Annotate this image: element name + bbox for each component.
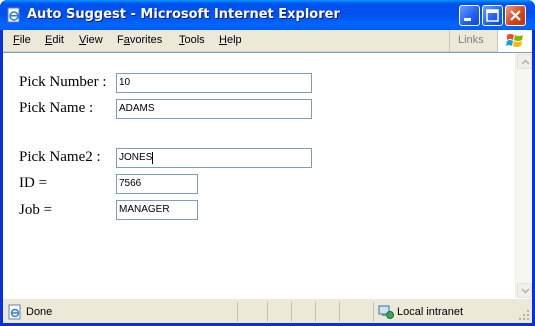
menu-favorites[interactable]: Favorites <box>117 34 162 46</box>
status-text: Done <box>26 306 53 318</box>
menu-view[interactable]: View <box>79 34 103 46</box>
chevron-down-icon <box>521 288 530 294</box>
menu-tools[interactable]: Tools <box>179 34 205 46</box>
status-pane <box>339 302 373 321</box>
pick-name2-input[interactable]: JONES <box>116 148 312 168</box>
page-content: Pick Number : 10 Pick Name : ADAMS Pick … <box>3 52 532 299</box>
pick-number-label: Pick Number : <box>19 74 107 90</box>
window-title: Auto Suggest - Microsoft Internet Explor… <box>27 7 340 22</box>
resize-grip-icon[interactable] <box>518 309 530 321</box>
minimize-icon <box>464 18 471 21</box>
maximize-icon <box>486 9 499 22</box>
pick-name2-label: Pick Name2 : <box>19 149 101 165</box>
job-input[interactable]: MANAGER <box>116 200 198 220</box>
browser-window: Auto Suggest - Microsoft Internet Explor… <box>0 0 535 326</box>
menu-help[interactable]: Help <box>219 34 242 46</box>
text-caret <box>152 152 154 164</box>
status-bar: Done Local intranet <box>3 298 532 323</box>
scroll-down-button[interactable] <box>517 283 532 298</box>
scroll-up-button[interactable] <box>517 54 532 69</box>
minimize-button[interactable] <box>459 5 480 26</box>
throbber <box>497 30 532 52</box>
pick-name-input[interactable]: ADAMS <box>116 99 312 119</box>
pick-number-input[interactable]: 10 <box>116 73 312 93</box>
pick-name2-value: JONES <box>119 152 153 163</box>
title-bar[interactable]: Auto Suggest - Microsoft Internet Explor… <box>0 0 535 30</box>
maximize-button[interactable] <box>482 5 503 26</box>
menu-bar: File Edit View Favorites Tools Help Link… <box>3 30 532 52</box>
status-pane <box>315 302 339 321</box>
ie-page-icon <box>7 7 20 23</box>
pick-name-label: Pick Name : <box>19 100 94 116</box>
windows-logo-icon <box>506 34 523 47</box>
status-pane <box>291 302 315 321</box>
id-label: ID = <box>19 175 48 191</box>
status-pane <box>237 302 267 321</box>
close-button[interactable] <box>505 5 526 26</box>
menu-file[interactable]: File <box>13 34 31 46</box>
local-intranet-icon <box>378 305 394 319</box>
close-icon <box>510 10 521 21</box>
zone-text: Local intranet <box>397 306 464 318</box>
status-pane <box>267 302 291 321</box>
links-toolbar[interactable]: Links <box>449 30 497 52</box>
job-label: Job = <box>19 202 53 218</box>
chevron-up-icon <box>521 59 530 65</box>
menu-edit[interactable]: Edit <box>45 34 64 46</box>
browser-frame: File Edit View Favorites Tools Help Link… <box>3 30 532 323</box>
vertical-scrollbar[interactable] <box>515 53 532 299</box>
id-input[interactable]: 7566 <box>116 174 198 194</box>
page-done-icon <box>8 304 21 320</box>
links-label: Links <box>458 34 484 46</box>
